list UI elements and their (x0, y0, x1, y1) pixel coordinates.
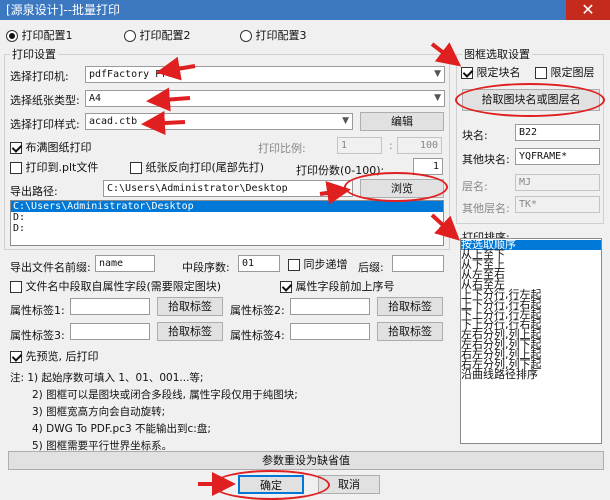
arrow-to-printer (156, 56, 196, 81)
arrow-to-sort (430, 213, 460, 241)
arrow-to-style (141, 111, 186, 135)
arrow-to-browse (319, 181, 351, 205)
arrow-to-limit-block (430, 42, 462, 67)
annotation-arrows (141, 42, 462, 496)
arrow-to-paper (146, 87, 191, 112)
